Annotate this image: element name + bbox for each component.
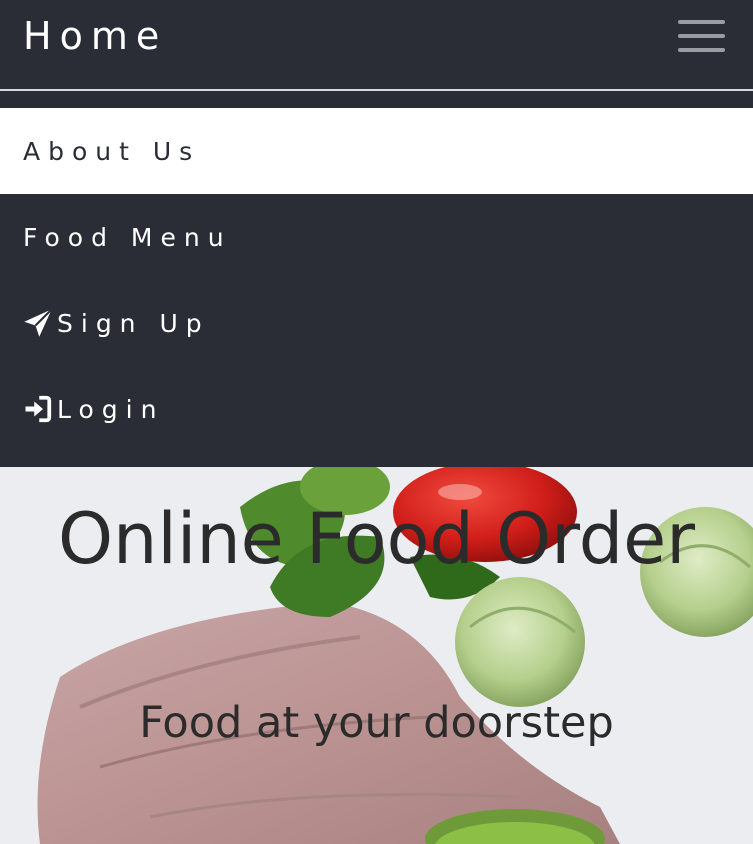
hamburger-icon-line: [678, 20, 725, 24]
hero-banner: Online Food Order Food at your doorstep: [0, 467, 753, 844]
sign-in-icon: [23, 394, 53, 424]
menu-item-food-menu[interactable]: Food Menu: [0, 194, 753, 280]
menu-item-label: Login: [57, 394, 165, 424]
hamburger-icon-line: [678, 48, 725, 52]
menu-item-login[interactable]: Login: [0, 366, 753, 452]
navbar-divider: [0, 89, 753, 91]
menu-item-about-us[interactable]: About Us: [0, 108, 753, 194]
menu-item-label: Food Menu: [23, 222, 232, 252]
hero-subtitle: Food at your doorstep: [139, 698, 614, 748]
menu-item-label: About Us: [23, 136, 201, 166]
paper-plane-icon: [23, 308, 53, 338]
navbar: Home: [0, 0, 753, 90]
brand-home-link[interactable]: Home: [23, 12, 167, 60]
menu-item-sign-up[interactable]: Sign Up: [0, 280, 753, 366]
hero-title: Online Food Order: [57, 498, 696, 580]
hamburger-icon-line: [678, 34, 725, 38]
nav-menu: About Us Food Menu Sign Up Login: [0, 108, 753, 452]
menu-toggle-button[interactable]: [674, 14, 729, 58]
menu-item-label: Sign Up: [57, 308, 210, 338]
